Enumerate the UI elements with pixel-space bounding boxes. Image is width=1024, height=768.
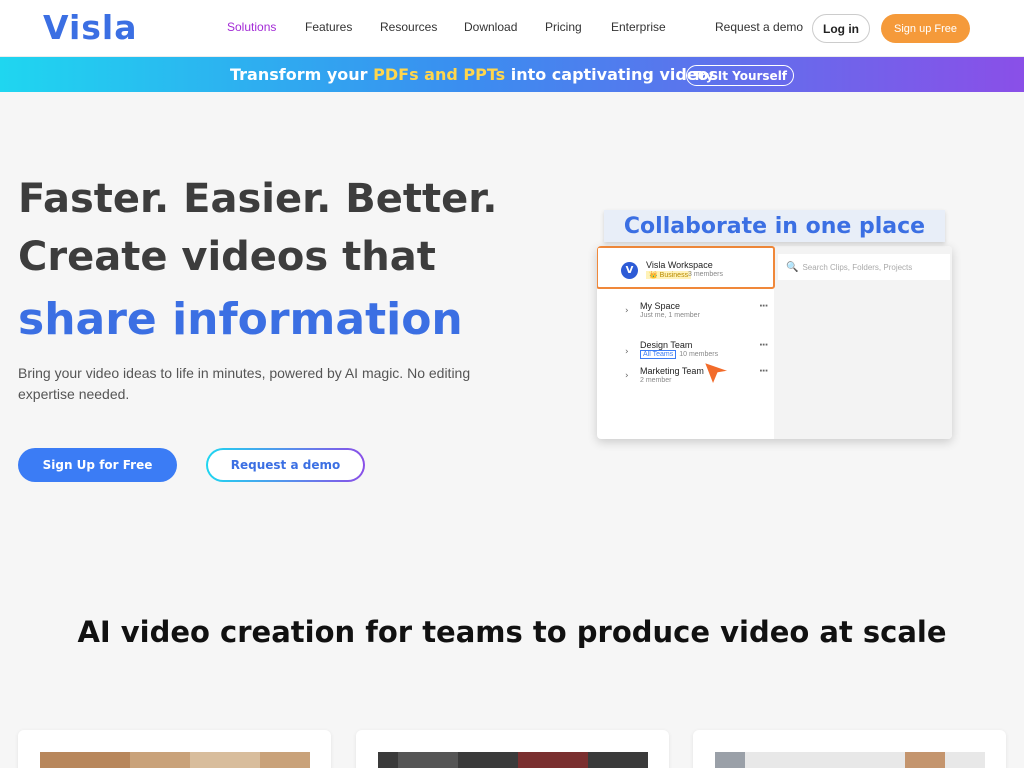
hero-signup-button[interactable]: Sign Up for Free	[18, 448, 177, 482]
feature-card[interactable]	[693, 730, 1006, 768]
request-demo-link[interactable]: Request a demo	[715, 20, 803, 34]
feature-card[interactable]	[18, 730, 331, 768]
banner-highlight: PDFs and PPTs	[373, 65, 506, 84]
login-button[interactable]: Log in	[812, 14, 870, 43]
hero-headline-3: share information	[18, 294, 463, 345]
mockup-item-tag: All Teams	[640, 350, 677, 359]
nav-solutions[interactable]: Solutions	[227, 20, 276, 34]
workspace-members: 3 members	[688, 271, 724, 278]
mockup-search: 🔍 Search Clips, Folders, Projects	[778, 254, 950, 280]
workspace-logo-icon: V	[621, 262, 638, 279]
chevron-right-icon: ›	[625, 371, 629, 381]
chevron-right-icon: ›	[625, 347, 629, 357]
mockup-item-name: My Space	[640, 301, 681, 311]
nav-download[interactable]: Download	[464, 20, 517, 34]
nav-enterprise[interactable]: Enterprise	[611, 20, 666, 34]
feature-card[interactable]	[356, 730, 669, 768]
more-dots-icon: ···	[759, 366, 768, 377]
mockup-item-name: Marketing Team	[640, 366, 704, 376]
nav-features[interactable]: Features	[305, 20, 352, 34]
mockup-list-item: › Design Team All Teams 10 members ···	[597, 340, 774, 366]
more-dots-icon: ···	[759, 340, 768, 351]
workspace-name: Visla Workspace	[646, 260, 713, 270]
more-dots-icon: ···	[759, 301, 768, 312]
hero-headline-2: Create videos that	[18, 234, 436, 280]
banner-text-before: Transform your	[230, 65, 374, 84]
search-icon: 🔍	[786, 261, 799, 273]
hero-subtitle: Bring your video ideas to life in minute…	[18, 365, 471, 402]
mockup-item-name: Design Team	[640, 340, 693, 350]
card-image	[40, 752, 310, 768]
workspace-mockup: 🔍 Search Clips, Folders, Projects V Visl…	[597, 246, 952, 439]
nav-pricing[interactable]: Pricing	[545, 20, 582, 34]
mockup-item-meta: 2 member	[640, 377, 672, 384]
hero-request-demo-button[interactable]: Request a demo	[206, 448, 365, 482]
signup-button[interactable]: Sign up Free	[881, 14, 970, 43]
mockup-item-meta: 10 members	[679, 351, 719, 358]
workspace-badge: 👑 Business	[646, 271, 692, 279]
hero-headline-1: Faster. Easier. Better.	[18, 176, 498, 222]
pointer-cursor-icon	[703, 360, 731, 390]
visla-logo[interactable]: Visla	[43, 8, 138, 47]
card-image	[715, 752, 985, 768]
nav-resources[interactable]: Resources	[380, 20, 437, 34]
mockup-list-item: › Marketing Team 2 member ···	[597, 366, 774, 392]
collaborate-title: Collaborate in one place	[604, 210, 945, 242]
hero-request-demo-label: Request a demo	[208, 450, 363, 480]
site-header: Visla Solutions Features Resources Downl…	[0, 0, 1024, 57]
mockup-search-placeholder: Search Clips, Folders, Projects	[802, 262, 913, 272]
banner-text: Transform your PDFs and PPTs into captiv…	[230, 65, 718, 84]
card-image	[378, 752, 648, 768]
mockup-item-meta: Just me, 1 member	[640, 312, 700, 319]
section-title: AI video creation for teams to produce v…	[77, 615, 947, 649]
mockup-list-item: › My Space Just me, 1 member ···	[597, 301, 774, 327]
promo-banner: Transform your PDFs and PPTs into captiv…	[0, 57, 1024, 92]
mockup-workspace-header: V Visla Workspace 👑 Business 3 members	[597, 246, 775, 289]
chevron-right-icon: ›	[625, 306, 629, 316]
try-it-yourself-button[interactable]: Try It Yourself	[686, 65, 794, 86]
